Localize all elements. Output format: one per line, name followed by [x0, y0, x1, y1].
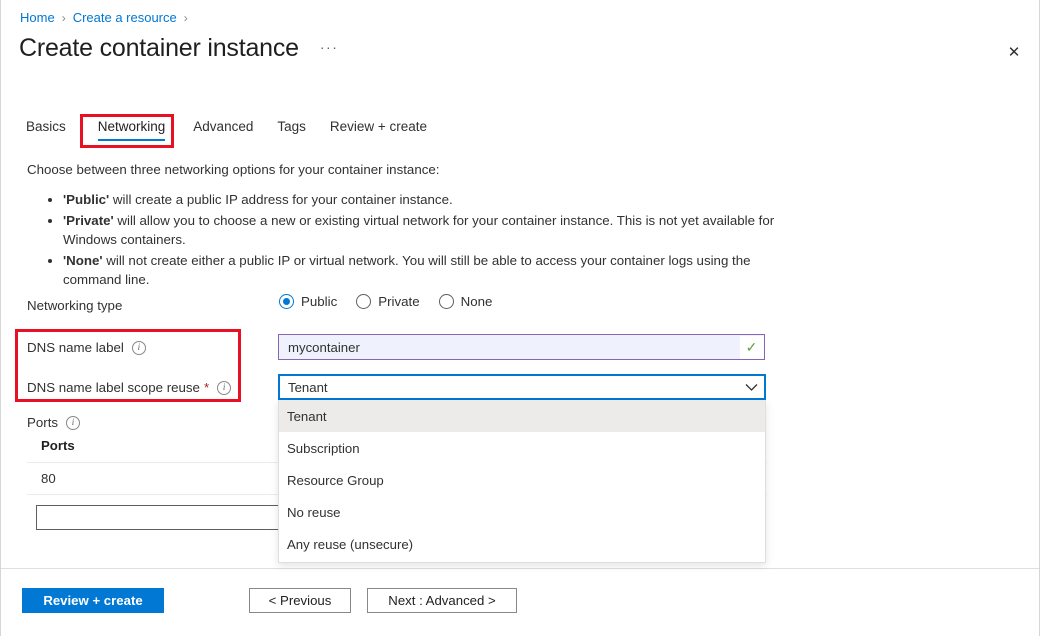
- close-icon[interactable]: ✕: [998, 36, 1030, 68]
- dns-name-label-input[interactable]: mycontainer ✓: [278, 334, 765, 360]
- valid-check-icon: ✓: [740, 336, 764, 359]
- list-item: 'Public' will create a public IP address…: [63, 190, 803, 210]
- networking-type-label-text: Networking type: [27, 298, 122, 313]
- bullet-term: 'Private': [63, 213, 114, 228]
- dns-name-label-label-text: DNS name label: [27, 340, 124, 355]
- radio-public-label: Public: [301, 294, 337, 309]
- tab-advanced[interactable]: Advanced: [193, 119, 253, 141]
- radio-private[interactable]: Private: [356, 294, 419, 309]
- dns-scope-reuse-value: Tenant: [288, 380, 738, 395]
- tab-tags[interactable]: Tags: [277, 119, 306, 141]
- page-title: Create container instance: [19, 32, 299, 64]
- bullet-text: will not create either a public IP or vi…: [63, 253, 751, 288]
- dns-name-label-value: mycontainer: [288, 340, 740, 355]
- networking-type-label: Networking type: [27, 298, 122, 313]
- dns-scope-reuse-dropdown: Tenant Subscription Resource Group No re…: [278, 400, 766, 563]
- radio-mark-icon: [356, 294, 371, 309]
- breadcrumb-item-home[interactable]: Home: [20, 9, 55, 27]
- list-item: 'None' will not create either a public I…: [63, 251, 803, 290]
- chevron-down-icon[interactable]: [738, 383, 764, 392]
- breadcrumb-separator-icon: ›: [62, 9, 66, 27]
- networking-type-radio-group: Public Private None: [279, 294, 511, 309]
- radio-mark-icon: [439, 294, 454, 309]
- dns-scope-reuse-label: DNS name label scope reuse * i: [27, 380, 231, 395]
- breadcrumb-separator-icon: ›: [184, 9, 188, 27]
- dropdown-option-any-reuse[interactable]: Any reuse (unsecure): [279, 528, 765, 560]
- bullet-term: 'None': [63, 253, 103, 268]
- dns-scope-reuse-label-text: DNS name label scope reuse: [27, 380, 200, 395]
- required-marker: *: [204, 380, 209, 395]
- networking-options-list: 'Public' will create a public IP address…: [45, 190, 803, 291]
- dropdown-option-no-reuse[interactable]: No reuse: [279, 496, 765, 528]
- wizard-tabs: Basics Networking Advanced Tags Review +…: [26, 119, 451, 141]
- dns-name-label-label: DNS name label i: [27, 340, 146, 355]
- previous-button[interactable]: < Previous: [249, 588, 351, 613]
- info-icon[interactable]: i: [217, 381, 231, 395]
- bullet-text: will allow you to choose a new or existi…: [63, 213, 774, 248]
- ports-label: Ports i: [27, 415, 80, 430]
- radio-none-label: None: [461, 294, 493, 309]
- tab-networking[interactable]: Networking: [98, 119, 166, 141]
- tab-basics[interactable]: Basics: [26, 119, 66, 141]
- review-create-button[interactable]: Review + create: [22, 588, 164, 613]
- radio-none[interactable]: None: [439, 294, 493, 309]
- breadcrumb-item-create-a-resource[interactable]: Create a resource: [73, 9, 177, 27]
- port-value: 80: [41, 471, 56, 486]
- dropdown-option-subscription[interactable]: Subscription: [279, 432, 765, 464]
- more-options-icon[interactable]: ···: [320, 39, 339, 55]
- radio-private-label: Private: [378, 294, 419, 309]
- radio-public[interactable]: Public: [279, 294, 337, 309]
- bullet-text: will create a public IP address for your…: [109, 192, 452, 207]
- wizard-footer: Review + create < Previous Next : Advanc…: [22, 588, 517, 613]
- title-row: Create container instance ···: [19, 32, 338, 64]
- info-icon[interactable]: i: [66, 416, 80, 430]
- ports-label-text: Ports: [27, 415, 58, 430]
- footer-divider: [1, 568, 1039, 569]
- next-advanced-button[interactable]: Next : Advanced >: [367, 588, 517, 613]
- list-item: 'Private' will allow you to choose a new…: [63, 211, 803, 250]
- dns-scope-reuse-select[interactable]: Tenant: [278, 374, 766, 400]
- dropdown-option-tenant[interactable]: Tenant: [279, 400, 765, 432]
- dropdown-option-resource-group[interactable]: Resource Group: [279, 464, 765, 496]
- info-icon[interactable]: i: [132, 341, 146, 355]
- create-container-instance-blade: Home › Create a resource › Create contai…: [0, 0, 1040, 636]
- bullet-term: 'Public': [63, 192, 109, 207]
- radio-mark-icon: [279, 294, 294, 309]
- intro-text: Choose between three networking options …: [27, 160, 787, 179]
- breadcrumb: Home › Create a resource ›: [20, 9, 195, 27]
- tab-review-create[interactable]: Review + create: [330, 119, 427, 141]
